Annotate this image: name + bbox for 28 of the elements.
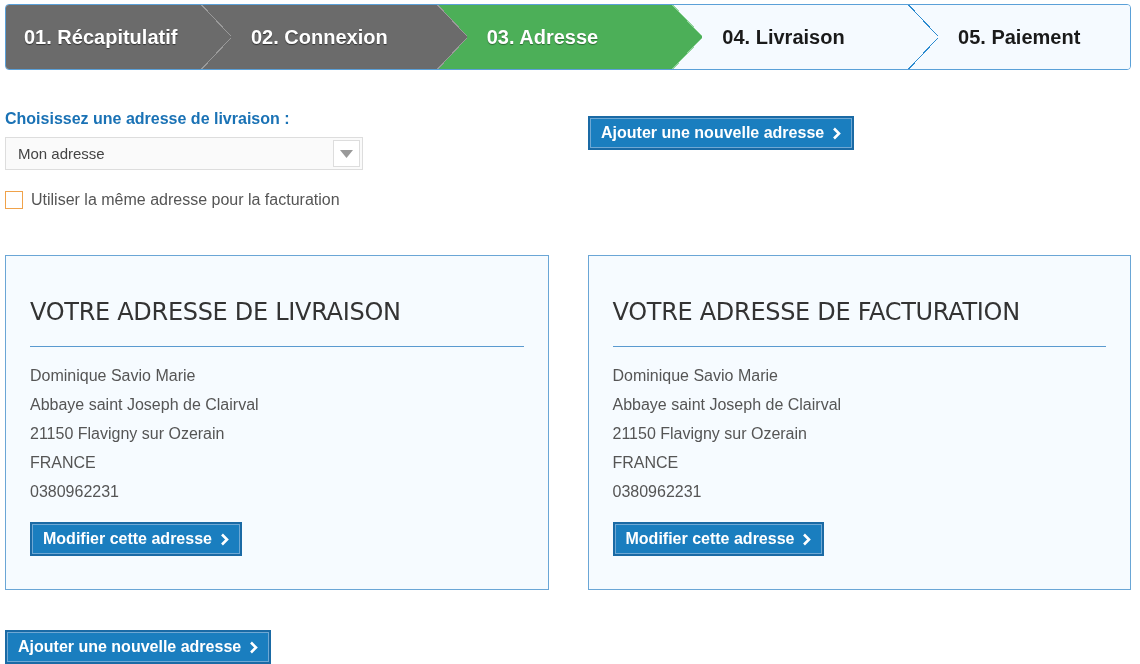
card-title: VOTRE ADRESSE DE LIVRAISON [30,298,524,347]
card-title: VOTRE ADRESSE DE FACTURATION [612,298,1106,347]
address-line: Abbaye saint Joseph de Clairval [612,395,843,415]
address-line: Dominique Savio Marie [30,366,197,386]
chevron-right-icon [249,640,259,654]
address-line: 21150 Flavigny sur Ozerain [30,424,226,444]
address-line: 0380962231 [30,482,120,502]
chevron-right-icon [832,126,842,140]
checkout-step[interactable]: 03. Adresse [436,5,673,69]
address-dropdown[interactable]: Mon adresse [5,137,363,170]
address-line: 21150 Flavigny sur Ozerain [612,424,808,444]
edit-address-button[interactable]: Modifier cette adresse [30,522,242,556]
address-line: Abbaye saint Joseph de Clairval [30,395,260,415]
checkout-step[interactable]: 01. Récapitulatif [6,5,201,69]
chevron-right-icon [219,532,229,546]
checkout-step[interactable]: 05. Paiement [908,5,1130,69]
address-line: FRANCE [30,453,97,473]
add-address-button[interactable]: Ajouter une nouvelle adresse [588,116,855,150]
address-line: FRANCE [612,453,680,473]
address-line: 0380962231 [612,482,703,502]
add-address-button[interactable]: Ajouter une nouvelle adresse [5,630,272,664]
address-line: Dominique Savio Marie [612,366,779,386]
checkbox[interactable] [5,191,23,209]
checkout-step[interactable]: 02. Connexion [201,5,437,69]
edit-address-button[interactable]: Modifier cette adresse [612,522,825,556]
field-label: Choisissez une adresse de livraison : [5,110,291,128]
checkbox-label[interactable]: Utiliser la même adresse pour la facturation [31,191,340,209]
chevron-right-icon [802,532,812,546]
